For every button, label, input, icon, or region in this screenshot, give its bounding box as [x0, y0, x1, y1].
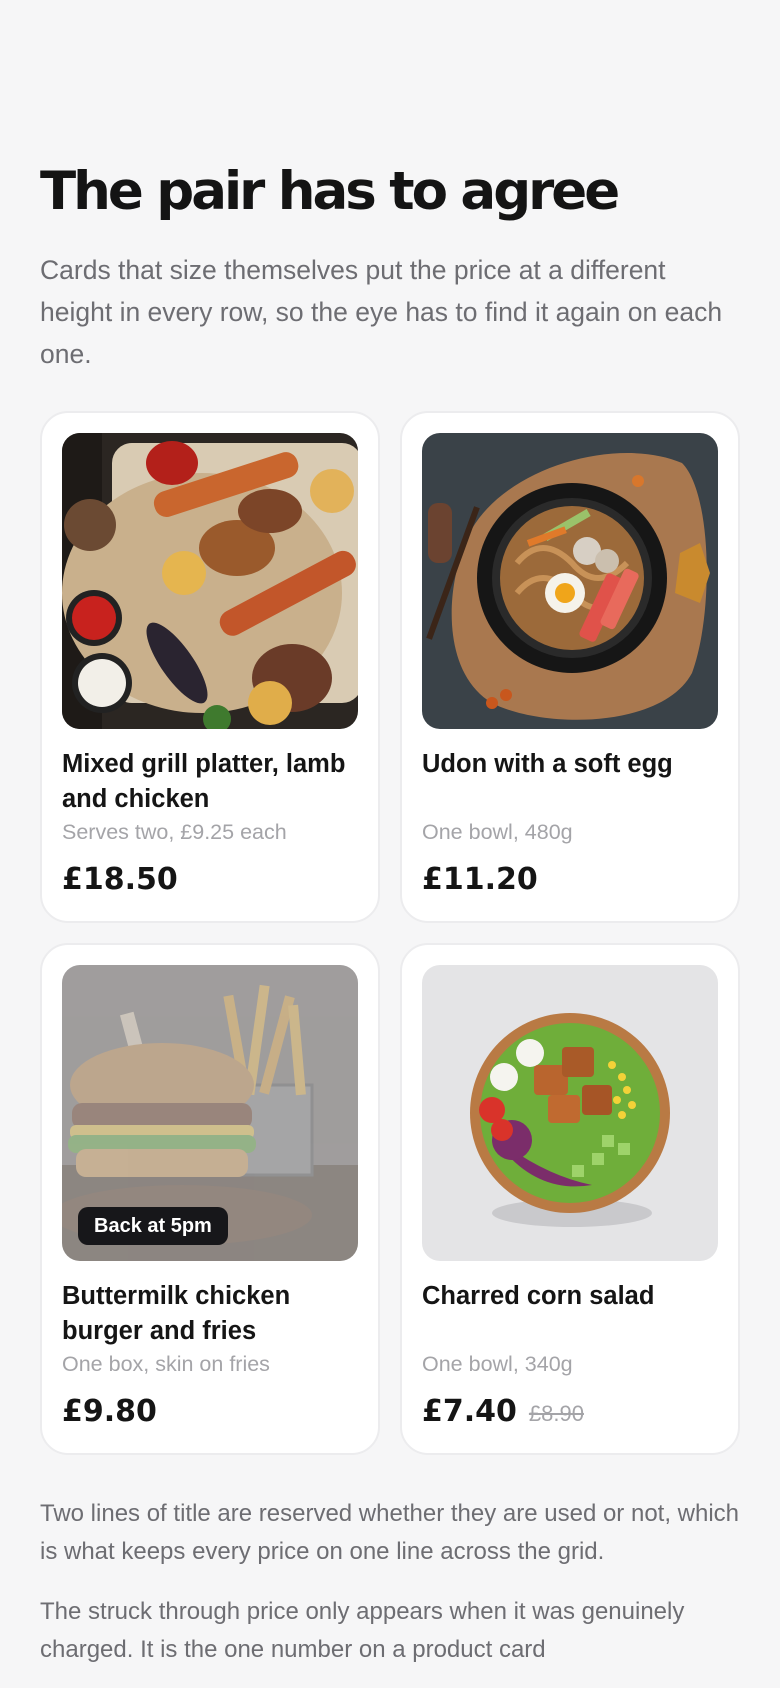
price-row: £18.50	[62, 858, 358, 902]
grill-platter-photo	[62, 433, 358, 729]
product-name[interactable]: Buttermilk chicken burger and fries	[62, 1279, 358, 1349]
original-price: £8.90	[528, 1401, 584, 1426]
product-name[interactable]: Charred corn salad	[422, 1279, 718, 1349]
explanation-paragraph: The struck through price only appears wh…	[40, 1598, 685, 1663]
salad-bowl-photo	[422, 965, 718, 1261]
product-grid: Mixed grill platter, lamb and chicken Se…	[40, 411, 740, 1455]
page: The pair has to agree Cards that size th…	[0, 0, 780, 1688]
burger-fries-photo: Back at 5pm	[62, 965, 358, 1261]
udon-bowl-photo	[422, 433, 718, 729]
product-card[interactable]: Mixed grill platter, lamb and chicken Se…	[40, 411, 380, 923]
intro-text: Cards that size themselves put the price…	[40, 255, 723, 369]
product-description: One bowl, 480g	[422, 820, 573, 844]
product-name[interactable]: Udon with a soft egg	[422, 747, 718, 817]
availability-badge: Back at 5pm	[78, 1207, 228, 1245]
explanation-paragraph: Two lines of title are reserved whether …	[40, 1500, 740, 1565]
product-price: £18.50	[62, 862, 178, 897]
product-card[interactable]: Charred corn salad One bowl, 340g £7.40 …	[400, 943, 740, 1455]
product-description: One box, skin on fries	[62, 1352, 270, 1376]
product-card[interactable]: Udon with a soft egg One bowl, 480g £11.…	[400, 411, 740, 923]
product-name[interactable]: Mixed grill platter, lamb and chicken	[62, 747, 358, 817]
product-price: £11.20	[422, 862, 538, 897]
product-description: Serves two, £9.25 each	[62, 820, 287, 844]
price-row: £7.40 £8.90	[422, 1390, 718, 1434]
product-price: £9.80	[62, 1394, 157, 1429]
product-description: One bowl, 340g	[422, 1352, 573, 1376]
price-row: £9.80	[62, 1390, 358, 1434]
product-price: £7.40	[422, 1394, 517, 1429]
page-title: The pair has to agree	[40, 161, 620, 222]
product-card[interactable]: Back at 5pm Buttermilk chicken burger an…	[40, 943, 380, 1455]
price-row: £11.20	[422, 858, 718, 902]
